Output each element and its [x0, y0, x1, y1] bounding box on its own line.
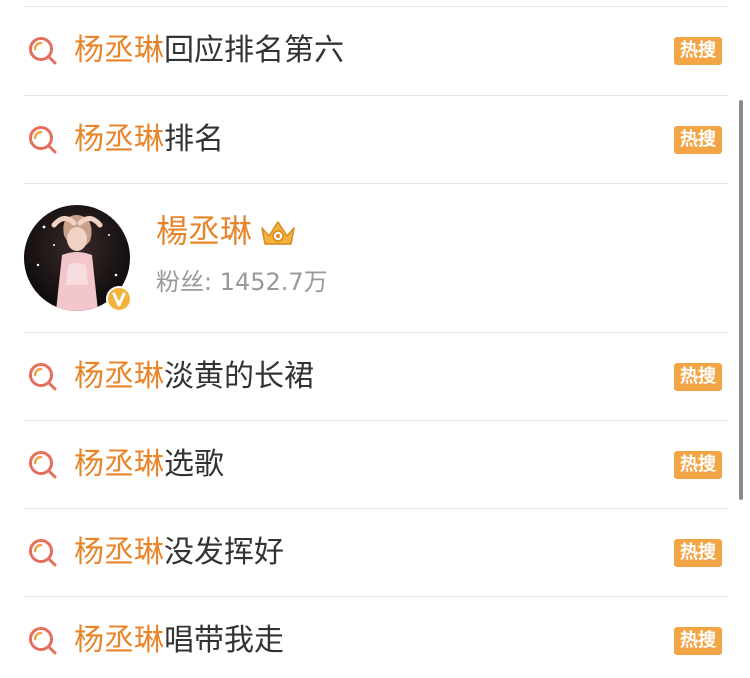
hot-search-badge: 热搜 — [674, 126, 722, 154]
hot-search-badge: 热搜 — [674, 627, 722, 655]
search-icon — [29, 37, 57, 65]
suggestion-suffix: 选歌 — [164, 447, 224, 482]
suggestion-suffix: 唱带我走 — [164, 623, 284, 658]
suggestion-text: 杨丞琳选歌 — [74, 421, 224, 509]
suggestion-text: 杨丞琳回应排名第六 — [74, 7, 344, 95]
hot-search-badge: 热搜 — [674, 539, 722, 567]
suggestion-suffix: 淡黄的长裙 — [164, 359, 314, 394]
search-icon — [29, 126, 57, 154]
verified-v-icon — [106, 286, 132, 312]
hot-search-badge: 热搜 — [674, 363, 722, 391]
search-suggestion-item[interactable]: 杨丞琳唱带我走 热搜 — [0, 597, 740, 678]
suggestion-suffix: 没发挥好 — [164, 535, 284, 570]
search-icon — [29, 539, 57, 567]
search-suggestion-item[interactable]: 杨丞琳选歌 热搜 — [0, 421, 740, 509]
search-suggestion-item[interactable]: 杨丞琳回应排名第六 热搜 — [0, 7, 740, 95]
search-icon — [29, 363, 57, 391]
search-suggestion-list: 杨丞琳回应排名第六 热搜 杨丞琳排名 热搜 楊丞琳 粉丝: 1452.7万 杨丞… — [0, 0, 750, 678]
fans-count: 粉丝: 1452.7万 — [156, 268, 328, 296]
suggestion-text: 杨丞琳排名 — [74, 96, 224, 184]
suggestion-text: 杨丞琳淡黄的长裙 — [74, 333, 314, 421]
user-name[interactable]: 楊丞琳 — [156, 210, 252, 252]
crown-icon — [261, 221, 295, 245]
hot-search-badge: 热搜 — [674, 37, 722, 65]
suggestion-suffix: 回应排名第六 — [164, 33, 344, 68]
suggestion-keyword: 杨丞琳 — [74, 359, 164, 394]
search-suggestion-item[interactable]: 杨丞琳淡黄的长裙 热搜 — [0, 333, 740, 421]
search-suggestion-item[interactable]: 杨丞琳没发挥好 热搜 — [0, 509, 740, 597]
search-suggestion-item[interactable]: 杨丞琳排名 热搜 — [0, 96, 740, 184]
scrollbar[interactable] — [739, 100, 743, 500]
suggestion-suffix: 排名 — [164, 122, 224, 157]
user-result-card[interactable]: 楊丞琳 粉丝: 1452.7万 — [0, 184, 740, 332]
search-icon — [29, 451, 57, 479]
suggestion-keyword: 杨丞琳 — [74, 535, 164, 570]
suggestion-keyword: 杨丞琳 — [74, 33, 164, 68]
suggestion-keyword: 杨丞琳 — [74, 447, 164, 482]
hot-search-badge: 热搜 — [674, 451, 722, 479]
suggestion-keyword: 杨丞琳 — [74, 623, 164, 658]
suggestion-keyword: 杨丞琳 — [74, 122, 164, 157]
suggestion-text: 杨丞琳唱带我走 — [74, 597, 284, 678]
search-icon — [29, 627, 57, 655]
suggestion-text: 杨丞琳没发挥好 — [74, 509, 284, 597]
